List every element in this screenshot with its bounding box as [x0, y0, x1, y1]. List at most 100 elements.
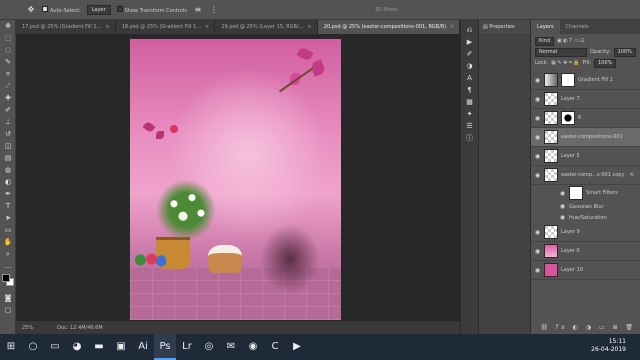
brush-settings-icon[interactable]: ✐ [461, 48, 478, 60]
illustrator-icon[interactable]: Ai [132, 334, 154, 360]
hand-icon[interactable]: ✋ [0, 236, 16, 248]
eye-icon[interactable]: ◉ [559, 203, 566, 210]
file-explorer-icon[interactable]: ▬ [88, 334, 110, 360]
eye-icon[interactable]: ◉ [534, 229, 541, 236]
zoom-icon[interactable]: ⌕ [0, 248, 16, 260]
path-select-icon[interactable]: ➤ [0, 212, 16, 224]
search-icon[interactable]: ○ [22, 334, 44, 360]
layer-row[interactable]: ◉ Layer 9 [531, 223, 640, 242]
lightroom-icon[interactable]: Lr [176, 334, 198, 360]
layer-row[interactable]: ◉ Layer 7 [531, 90, 640, 109]
quick-mask-icon[interactable]: ◙ [0, 292, 16, 304]
type-icon[interactable]: T [0, 200, 16, 212]
eye-icon[interactable]: ◉ [534, 96, 541, 103]
screen-mode-icon[interactable]: ▢ [0, 304, 16, 316]
camtasia-icon[interactable]: C [264, 334, 286, 360]
photoshop-icon[interactable]: Ps [154, 334, 176, 360]
eye-icon[interactable]: ◉ [534, 267, 541, 274]
eraser-icon[interactable]: ◫ [0, 140, 16, 152]
eye-icon[interactable]: ◉ [559, 214, 566, 221]
auto-select-dropdown[interactable]: Layer [86, 4, 111, 15]
align-icon[interactable]: ≡ [193, 5, 203, 15]
tab-channels[interactable]: Channels [560, 20, 595, 34]
history-icon[interactable]: ⎌ [461, 24, 478, 36]
layer-row[interactable]: ◉ 6 [531, 109, 640, 128]
marquee-icon[interactable]: ⬚ [0, 32, 16, 44]
layer-row[interactable]: ◉ Layer 5 [531, 147, 640, 166]
eyedropper-icon[interactable]: ⟋ [0, 80, 16, 92]
layer-row[interactable]: ◉ easter-comp...s-001 copy ⟲ [531, 166, 640, 185]
eye-icon[interactable]: ◉ [559, 190, 566, 197]
move-tool-icon[interactable]: ✥ [26, 5, 36, 15]
windows-start-icon[interactable]: ⊞ [0, 334, 22, 360]
filter-row[interactable]: ◉ Hue/Saturation [531, 212, 640, 223]
layer-row[interactable]: ◉ Layer 10 [531, 261, 640, 280]
eye-icon[interactable]: ◉ [534, 115, 541, 122]
actions-icon[interactable]: ▶ [461, 36, 478, 48]
blur-icon[interactable]: ◍ [0, 164, 16, 176]
chrome-icon[interactable]: ◉ [242, 334, 264, 360]
document-canvas[interactable] [130, 39, 341, 320]
auto-select-checkbox[interactable]: Auto-Select: [42, 5, 81, 14]
layer-row-selected[interactable]: ◉ easter-compositions-001 [531, 128, 640, 147]
close-icon[interactable]: × [105, 24, 109, 30]
color-swatches[interactable] [0, 272, 15, 292]
close-icon[interactable]: × [205, 24, 209, 30]
lock-icons[interactable]: ▦ ✎ ✥ ⌗ 🔒 [551, 60, 580, 66]
crop-icon[interactable]: ⌗ [0, 68, 16, 80]
info-icon[interactable]: ⓘ [461, 132, 478, 144]
brush-icon[interactable]: ✐ [0, 104, 16, 116]
app-green-icon[interactable]: ◎ [198, 334, 220, 360]
kind-filter-dropdown[interactable]: Kind [535, 36, 555, 46]
document-workspace[interactable] [16, 34, 460, 321]
shape-icon[interactable]: ▭ [0, 224, 16, 236]
history-brush-icon[interactable]: ↺ [0, 128, 16, 140]
recorder-icon[interactable]: ▶ [286, 334, 308, 360]
healing-icon[interactable]: ✚ [0, 92, 16, 104]
distribute-icon[interactable]: ⋮ [209, 5, 219, 15]
smart-filters-row[interactable]: ◉ Smart Filters [531, 185, 640, 201]
tab-17[interactable]: 17.psd @ 25% (Gradient Fill 1... × [16, 20, 116, 34]
show-transform-checkbox[interactable]: Show Transform Controls [116, 5, 187, 14]
move-icon[interactable]: ✥ [0, 20, 16, 32]
eye-icon[interactable]: ◉ [534, 172, 541, 179]
quick-select-icon[interactable]: ✎ [0, 56, 16, 68]
character-icon[interactable]: A [461, 72, 478, 84]
dodge-icon[interactable]: ◐ [0, 176, 16, 188]
more-tools-icon[interactable]: … [0, 260, 16, 272]
tab-18[interactable]: 18.psd @ 25% (Gradient Fill 1... × [116, 20, 216, 34]
layer-row[interactable]: ◉ Gradient Fill 1 [531, 71, 640, 90]
eye-icon[interactable]: ◉ [534, 248, 541, 255]
adjustments-icon[interactable]: ◑ [461, 60, 478, 72]
tab-19[interactable]: 19.psd @ 25% (Layer 15, RGB/... × [215, 20, 318, 34]
properties-tab[interactable]: ▤ Properties [479, 20, 530, 34]
opacity-field[interactable]: 100% [613, 47, 636, 57]
libraries-icon[interactable]: ☰ [461, 120, 478, 132]
foreground-color-swatch[interactable] [2, 274, 10, 282]
browser-icon[interactable]: ◕ [66, 334, 88, 360]
layer-row[interactable]: ◉ Layer 0 [531, 242, 640, 261]
swatches-icon[interactable]: ▦ [461, 96, 478, 108]
eye-icon[interactable]: ◉ [534, 153, 541, 160]
task-view-icon[interactable]: ▭ [44, 334, 66, 360]
eye-icon[interactable]: ◉ [534, 134, 541, 141]
filter-row[interactable]: ◉ Gaussian Blur [531, 201, 640, 212]
system-clock[interactable]: 15:11 26-04-2019 [591, 338, 626, 354]
zoom-level[interactable]: 25% [22, 325, 33, 331]
lasso-icon[interactable]: ◌ [0, 44, 16, 56]
eye-icon[interactable]: ◉ [534, 77, 541, 84]
document-size[interactable]: Doc: 12.4M/46.6M [57, 325, 103, 331]
close-icon[interactable]: × [450, 24, 454, 30]
filter-icons[interactable]: ▣ ◐ T ▭ ⊡ [557, 38, 584, 44]
fill-field[interactable]: 100% [593, 58, 617, 68]
pen-icon[interactable]: ✒ [0, 188, 16, 200]
stamp-icon[interactable]: ⊥ [0, 116, 16, 128]
close-icon[interactable]: × [307, 24, 311, 30]
paragraph-icon[interactable]: ¶ [461, 84, 478, 96]
tab-20[interactable]: 20.psd @ 25% (easter-compositions-001, R… [317, 20, 461, 34]
mail-icon[interactable]: ✉ [220, 334, 242, 360]
tab-layers[interactable]: Layers [531, 20, 560, 34]
layer-actions-bar[interactable]: ⛓ fx ◐ ◑ ▭ ⊞ 🗑 [540, 324, 636, 331]
styles-icon[interactable]: ✦ [461, 108, 478, 120]
store-icon[interactable]: ▣ [110, 334, 132, 360]
